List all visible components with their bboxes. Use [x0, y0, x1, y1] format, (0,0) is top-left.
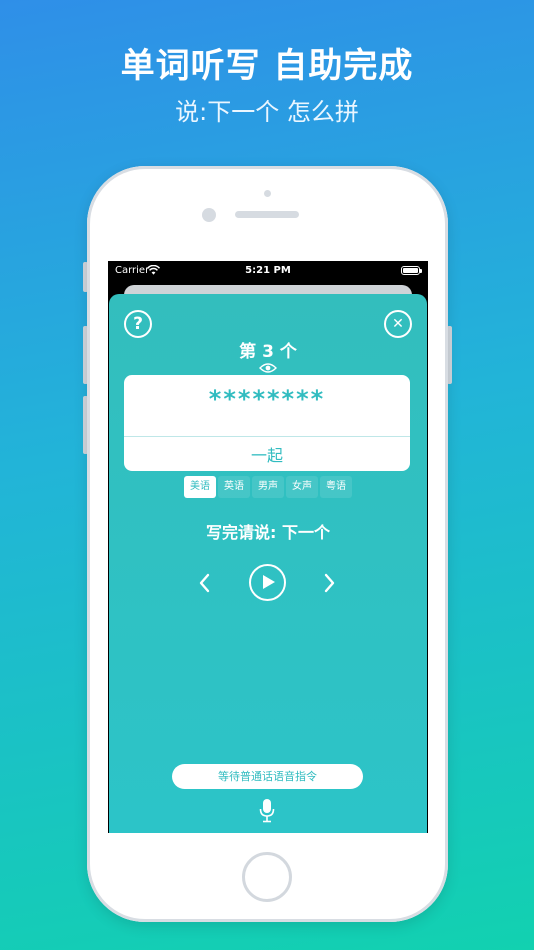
tab-cantonese[interactable]: 粤语 — [320, 476, 352, 498]
phone-screen: Carrier 5:21 PM ? ✕ 第 3 个 ******** 一起 美语 — [108, 261, 428, 833]
chevron-right-icon[interactable] — [321, 572, 337, 594]
close-icon: ✕ — [392, 316, 404, 332]
tab-british-english[interactable]: 英语 — [218, 476, 250, 498]
eye-icon[interactable] — [259, 362, 277, 374]
dictation-sheet: ? ✕ 第 3 个 ******** 一起 美语 英语 男声 女声 粤语 写完请… — [109, 294, 427, 833]
voice-command-status: 等待普通话语音指令 — [172, 764, 363, 789]
help-button[interactable]: ? — [124, 310, 152, 338]
play-icon — [263, 575, 275, 589]
close-button[interactable]: ✕ — [384, 310, 412, 338]
status-time: 5:21 PM — [245, 265, 291, 276]
tab-female-voice[interactable]: 女声 — [286, 476, 318, 498]
instruction-text: 写完请说: 下一个 — [206, 523, 330, 542]
question-icon: ? — [133, 313, 143, 334]
proximity-sensor — [264, 190, 271, 197]
front-camera — [202, 208, 216, 222]
status-bar: Carrier 5:21 PM — [108, 261, 428, 281]
voice-tabs: 美语 英语 男声 女声 粤语 — [184, 476, 352, 498]
promo-title: 单词听写 自助完成 — [120, 46, 414, 86]
tab-male-voice[interactable]: 男声 — [252, 476, 284, 498]
word-card: ******** 一起 — [124, 375, 410, 471]
earpiece-speaker — [235, 211, 299, 218]
masked-word[interactable]: ******** — [124, 385, 410, 413]
home-button — [242, 852, 292, 902]
promo-subtitle: 说:下一个 怎么拼 — [175, 98, 359, 126]
card-divider — [124, 436, 410, 437]
battery-icon — [401, 266, 422, 275]
together-button[interactable]: 一起 — [124, 442, 410, 466]
play-button[interactable] — [249, 564, 286, 601]
item-counter: 第 3 个 — [239, 342, 297, 362]
tab-american-english[interactable]: 美语 — [184, 476, 216, 498]
microphone-icon[interactable] — [259, 798, 275, 823]
chevron-left-icon[interactable] — [197, 572, 213, 594]
